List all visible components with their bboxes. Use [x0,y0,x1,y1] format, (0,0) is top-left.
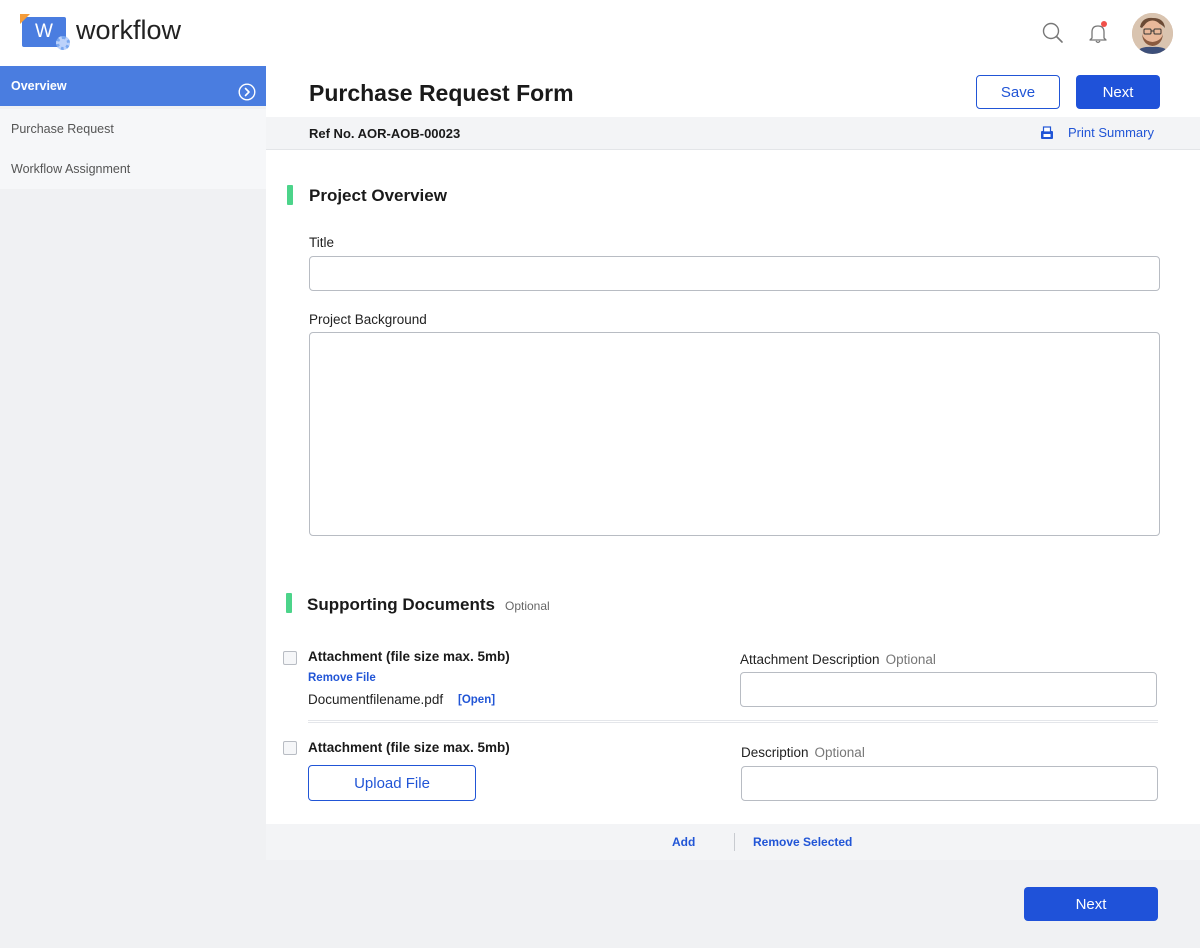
supporting-documents-optional: Optional [505,599,550,613]
reference-number: Ref No. AOR-AOB-00023 [309,126,461,141]
logo-corner-accent [20,14,30,24]
page-title: Purchase Request Form [309,80,574,106]
app-logo[interactable]: W workflow [20,14,192,54]
sidebar-item-label: Purchase Request [11,122,114,136]
main-content: Purchase Request Form Save Next Ref No. … [266,66,1200,860]
sidebar-item-label: Workflow Assignment [11,162,131,176]
print-icon [1040,126,1054,140]
remove-file-link[interactable]: Remove File [308,672,376,684]
supporting-documents-heading: Supporting Documents [307,595,495,614]
notification-dot [1101,21,1107,27]
section-accent-bar [287,185,293,205]
attachment-1-description-label-text: Attachment Description [740,652,880,667]
attachment-2-description-optional: Optional [814,745,865,760]
print-summary-label: Print Summary [1068,125,1154,140]
save-button[interactable]: Save [976,75,1060,109]
sidebar-item-workflow-assignment[interactable]: Workflow Assignment [0,149,266,189]
attachment-1-description-input[interactable] [740,672,1157,707]
attachment-2-title: Attachment (file size max. 5mb) [308,740,510,755]
upload-file-button[interactable]: Upload File [308,765,476,801]
attachment-1-title: Attachment (file size max. 5mb) [308,649,510,664]
sidebar: Overview Purchase Request Workflow Assig… [0,66,266,948]
reference-bar: Ref No. AOR-AOB-00023 Print Summary [266,117,1200,150]
sidebar-item-purchase-request[interactable]: Purchase Request [0,109,266,149]
project-background-textarea[interactable] [309,332,1160,536]
project-overview-heading: Project Overview [309,186,447,205]
attachment-2-description-label-text: Description [741,745,809,760]
attachment-1-description-label: Attachment Description Optional [740,652,936,667]
sidebar-item-overview[interactable]: Overview [0,66,266,106]
title-label: Title [309,235,335,250]
remove-selected-link[interactable]: Remove Selected [753,835,852,849]
attachment-1-description-optional: Optional [885,652,936,667]
attachments-action-bar: Add Remove Selected [266,824,1200,860]
app-name: workflow [76,15,182,45]
next-button-top[interactable]: Next [1076,75,1160,109]
attachment-2-description-label: Description Optional [741,745,865,760]
open-file-link[interactable]: [Open] [458,694,495,706]
add-attachment-link[interactable]: Add [672,835,695,849]
search-icon[interactable] [1040,20,1066,46]
logo-letter: W [35,21,53,42]
project-background-label: Project Background [309,312,427,327]
top-bar: W workflow [0,0,1200,66]
attachment-2-description-input[interactable] [741,766,1158,801]
attachment-1-filename: Documentfilename.pdf [308,692,444,707]
section-accent-bar [286,593,292,613]
chevron-right-circle-icon [238,77,256,101]
attachment-1-checkbox[interactable] [283,651,297,665]
gear-icon [56,36,70,50]
sidebar-item-label: Overview [11,79,67,93]
bell-icon[interactable] [1085,20,1111,46]
next-button-bottom[interactable]: Next [1024,887,1158,921]
action-divider [734,833,735,851]
attachment-2-checkbox[interactable] [283,741,297,755]
avatar[interactable] [1132,13,1173,54]
title-input[interactable] [309,256,1160,291]
attachment-divider [308,720,1158,723]
